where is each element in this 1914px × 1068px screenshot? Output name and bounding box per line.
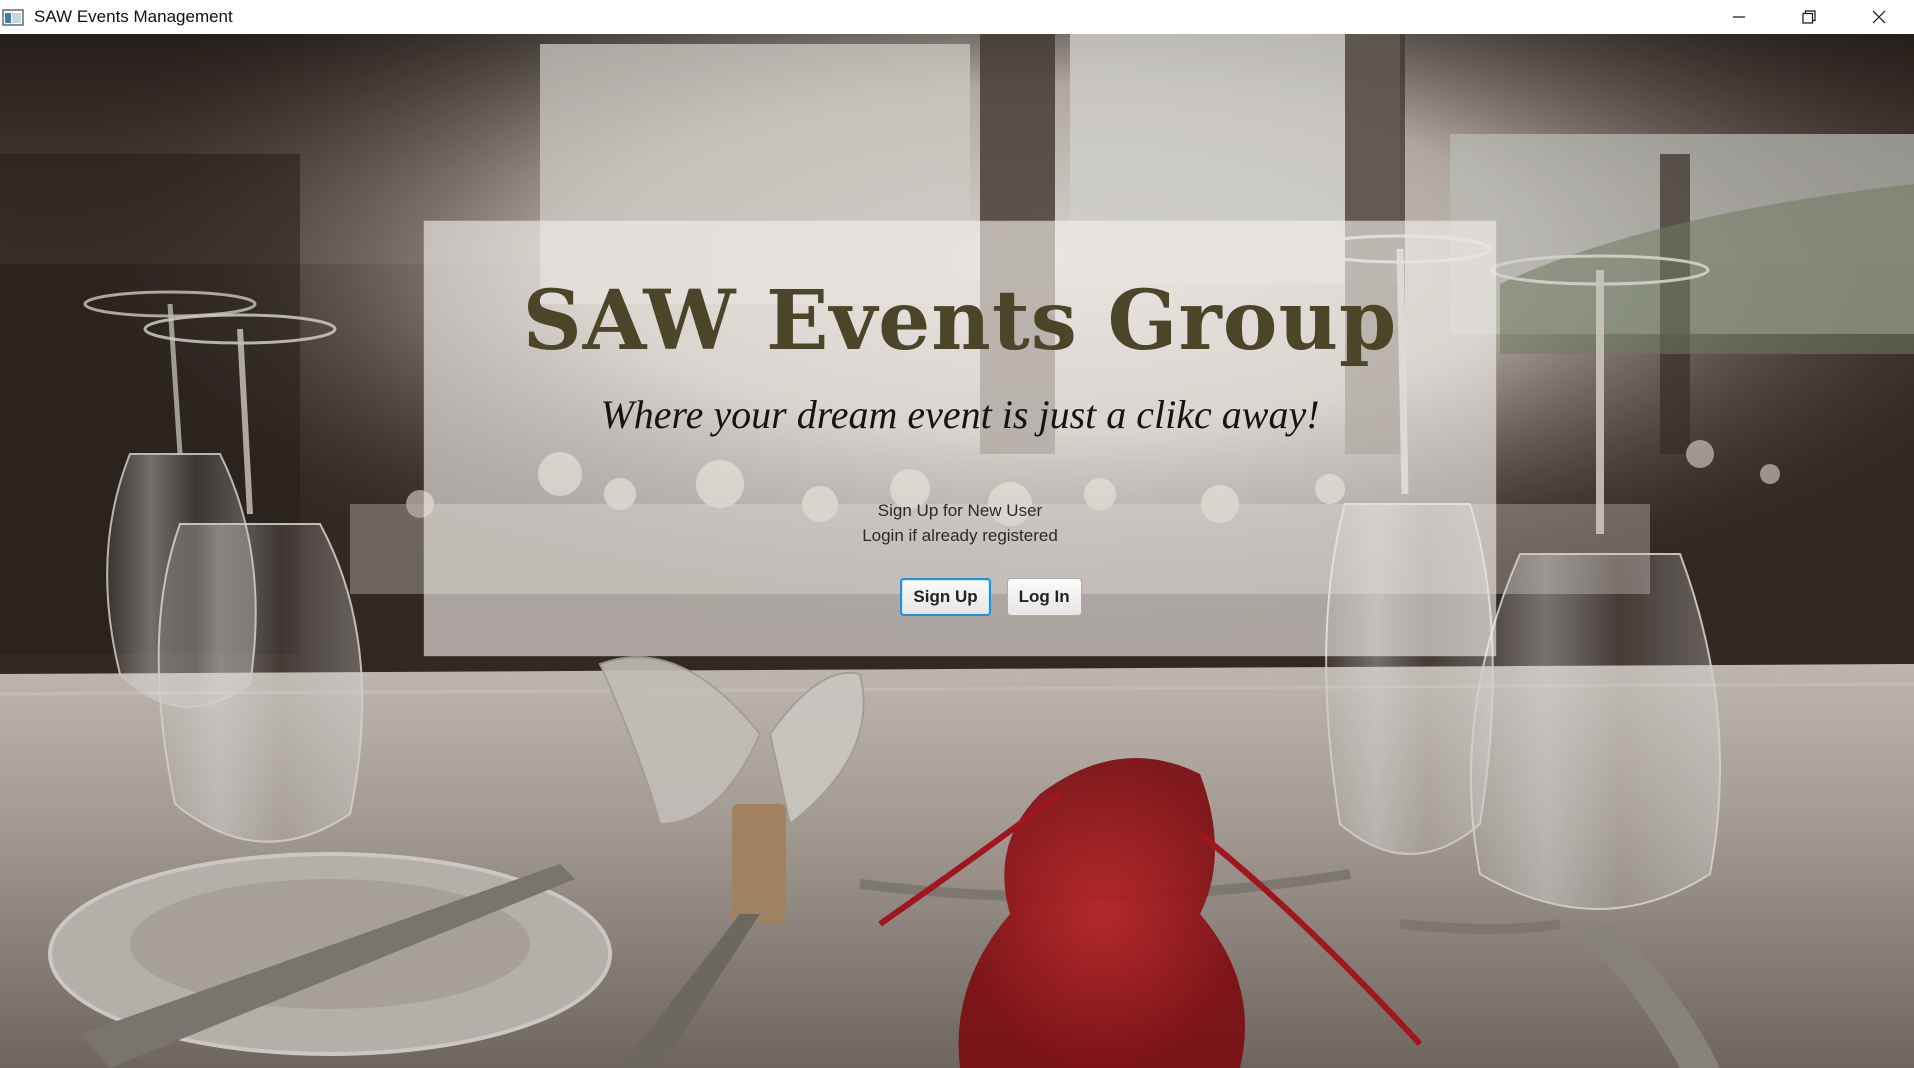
restore-button[interactable] xyxy=(1774,0,1844,34)
brand-title: SAW Events Group xyxy=(522,273,1398,369)
java-app-icon xyxy=(2,8,24,26)
welcome-panel: SAW Events Group Where your dream event … xyxy=(424,221,1496,656)
instruction-registered: Login if already registered xyxy=(862,526,1058,545)
minimize-button[interactable] xyxy=(1704,0,1774,34)
window-controls xyxy=(1704,0,1914,34)
minimize-icon xyxy=(1733,16,1745,18)
app-window: SAW Events Management SAW Events Group W… xyxy=(0,0,1914,1068)
restore-icon xyxy=(1802,10,1816,24)
window-title: SAW Events Management xyxy=(34,7,233,26)
tagline: Where your dream event is just a clikc a… xyxy=(600,392,1320,437)
sign-up-button[interactable]: Sign Up xyxy=(900,578,991,616)
title-bar: SAW Events Management xyxy=(0,0,1914,34)
auth-buttons: Sign Up Log In xyxy=(424,578,1496,616)
close-button[interactable] xyxy=(1844,0,1914,34)
instruction-new-user: Sign Up for New User xyxy=(877,501,1043,520)
log-in-button[interactable]: Log In xyxy=(1006,578,1082,616)
close-icon xyxy=(1872,10,1886,24)
instructions: Sign Up for New User Login if already re… xyxy=(424,498,1496,548)
